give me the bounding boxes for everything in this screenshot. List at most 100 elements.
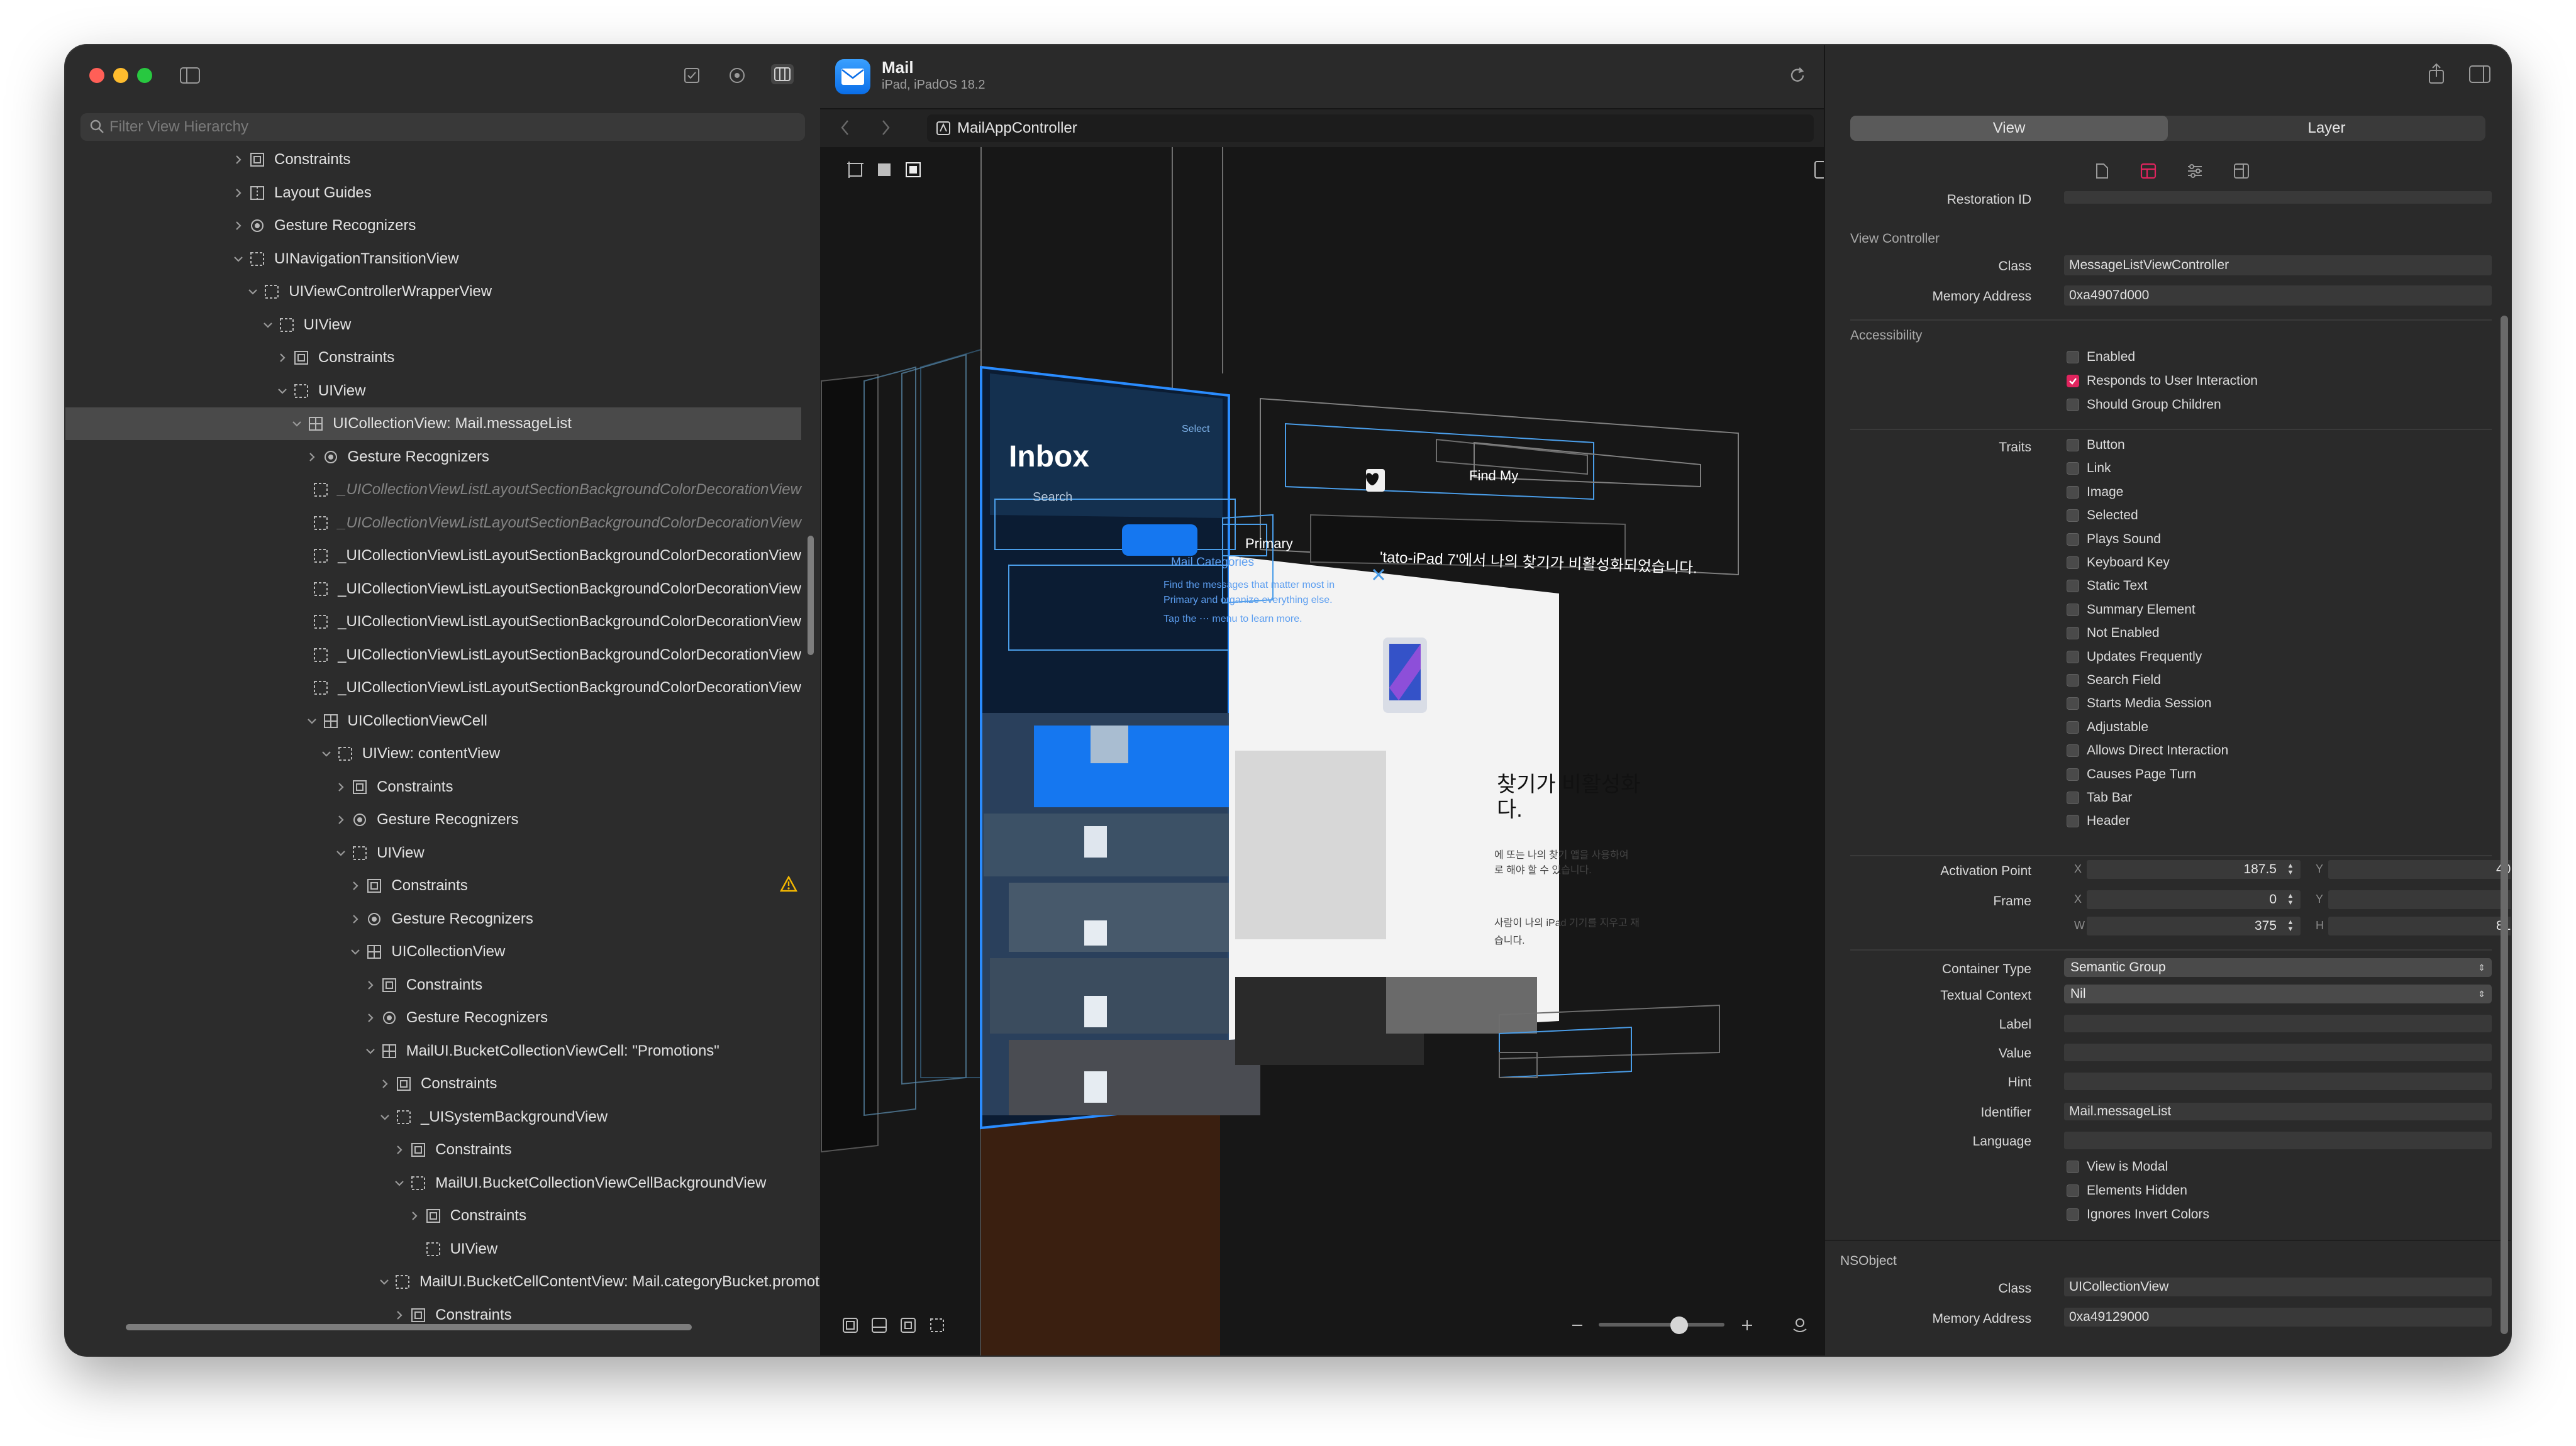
chevron-right-icon[interactable] xyxy=(275,351,289,365)
hierarchy-row[interactable]: Gesture Recognizers xyxy=(65,903,801,935)
breadcrumb[interactable]: MailAppController xyxy=(927,114,1814,142)
checkbox-icon[interactable] xyxy=(2067,399,2079,411)
share-icon[interactable] xyxy=(2426,63,2446,89)
hierarchy-row[interactable]: Constraints xyxy=(65,1299,801,1326)
hierarchy-row[interactable]: Constraints xyxy=(65,969,801,1002)
hierarchy-row[interactable]: UIView xyxy=(65,1233,801,1266)
chevron-down-icon[interactable] xyxy=(392,1176,406,1190)
accessibility-checkbox[interactable]: Enabled xyxy=(2067,350,2135,365)
inspector-scrollbar[interactable] xyxy=(2501,316,2508,1334)
checkbox-icon[interactable] xyxy=(2067,485,2079,499)
trait-checkbox[interactable]: Adjustable xyxy=(2067,720,2148,735)
checkbox-icon[interactable] xyxy=(2067,580,2079,593)
hierarchy-row[interactable]: UIView xyxy=(65,309,801,341)
chevron-right-icon[interactable] xyxy=(348,879,362,893)
hierarchy-row[interactable]: _UICollectionViewListLayoutSectionBackgr… xyxy=(65,539,801,572)
restoration-id-field[interactable] xyxy=(2064,191,2492,204)
trait-checkbox[interactable]: Button xyxy=(2067,438,2125,453)
checkbox-icon[interactable] xyxy=(2067,650,2079,663)
trait-checkbox[interactable]: Not Enabled xyxy=(2067,626,2160,641)
memory-graph-icon[interactable] xyxy=(726,65,748,86)
hierarchy-row[interactable]: Layout Guides xyxy=(65,177,801,209)
hierarchy-row[interactable]: UIView xyxy=(65,375,801,407)
zoom-out-icon[interactable] xyxy=(1566,1314,1589,1337)
chevron-right-icon[interactable] xyxy=(231,219,245,233)
checkbox-icon[interactable] xyxy=(2067,509,2079,522)
panel-icon[interactable] xyxy=(2469,65,2490,86)
show-clipped-icon[interactable] xyxy=(839,1314,862,1337)
activation-x-field[interactable]: 187.5 xyxy=(2087,860,2301,879)
chevron-down-icon[interactable] xyxy=(319,747,333,761)
hierarchy-row[interactable]: UIView: contentView xyxy=(65,737,801,770)
label-field[interactable] xyxy=(2064,1015,2492,1032)
checkbox-icon[interactable] xyxy=(2067,744,2079,758)
checkbox-icon[interactable] xyxy=(2067,697,2079,710)
checkbox-icon[interactable] xyxy=(2067,462,2079,475)
trait-checkbox[interactable]: Summary Element xyxy=(2067,602,2196,617)
zoom-window-button[interactable] xyxy=(137,68,152,83)
hierarchy-row[interactable]: Constraints xyxy=(65,143,801,176)
checkbox-icon[interactable] xyxy=(2067,1208,2079,1221)
checkbox-icon[interactable] xyxy=(2067,375,2079,387)
hierarchy-row[interactable]: UINavigationTransitionView xyxy=(65,243,801,275)
vc-address-field[interactable]: 0xa4907d000 xyxy=(2064,285,2492,306)
hierarchy-row[interactable]: _UICollectionViewListLayoutSectionBackgr… xyxy=(65,671,801,704)
accessibility-checkbox[interactable]: Should Group Children xyxy=(2067,397,2221,412)
accessibility-option-checkbox[interactable]: View is Modal xyxy=(2067,1159,2168,1174)
hierarchy-row[interactable]: _UICollectionViewListLayoutSectionBackgr… xyxy=(65,639,801,671)
chevron-right-icon[interactable] xyxy=(364,1011,377,1025)
chevron-down-icon[interactable] xyxy=(348,945,362,959)
hierarchy-row[interactable]: Constraints xyxy=(65,1134,801,1166)
trait-checkbox[interactable]: Search Field xyxy=(2067,673,2161,688)
hierarchy-row[interactable]: MailUI.BucketCollectionViewCell: "Promot… xyxy=(65,1035,801,1068)
activation-y-field[interactable]: 405 xyxy=(2328,860,2511,879)
adjust-range-icon[interactable] xyxy=(897,1314,919,1337)
checkbox-icon[interactable] xyxy=(2067,556,2079,569)
trait-checkbox[interactable]: Link xyxy=(2067,461,2111,476)
hierarchy-row[interactable]: _UICollectionViewListLayoutSectionBackgr… xyxy=(65,605,801,638)
chevron-right-icon[interactable] xyxy=(348,912,362,926)
reload-icon[interactable] xyxy=(1787,65,1810,88)
hierarchy-row[interactable]: _UICollectionViewListLayoutSectionBackgr… xyxy=(65,507,801,539)
chevron-right-icon[interactable] xyxy=(364,978,377,992)
chevron-right-icon[interactable] xyxy=(408,1209,421,1223)
back-icon[interactable] xyxy=(839,118,852,140)
container-type-popup[interactable]: Semantic Group ⇕ xyxy=(2064,958,2492,977)
stepper-icon[interactable]: ▲ ▼ xyxy=(2285,861,2296,878)
hierarchy-row[interactable]: MailUI.BucketCollectionViewCellBackgroun… xyxy=(65,1167,801,1200)
trait-checkbox[interactable]: Starts Media Session xyxy=(2067,696,2211,711)
view-debugger-canvas[interactable]: Inbox Search Select Primary Find My 'tat… xyxy=(820,147,1824,1355)
hierarchy-row[interactable]: Gesture Recognizers xyxy=(65,803,801,836)
frame-x-field[interactable]: 0 xyxy=(2087,890,2301,909)
frame-w-field[interactable]: 375 xyxy=(2087,917,2301,935)
ns-class-field[interactable]: UICollectionView xyxy=(2064,1278,2492,1296)
checkbox-icon[interactable] xyxy=(2067,351,2079,363)
chevron-down-icon[interactable] xyxy=(275,384,289,398)
filter-view-hierarchy-field[interactable] xyxy=(80,113,805,141)
checkbox-icon[interactable] xyxy=(2067,674,2079,687)
checkbox-icon[interactable] xyxy=(2067,768,2079,781)
frame-y-field[interactable]: 0 xyxy=(2328,890,2511,909)
hierarchy-row[interactable]: Constraints xyxy=(65,341,801,374)
hierarchy-row[interactable]: MailUI.BucketCellContentView: Mail.categ… xyxy=(65,1266,819,1298)
zoom-slider-track[interactable] xyxy=(1599,1323,1724,1327)
orient-3d-icon[interactable] xyxy=(1789,1314,1811,1337)
trait-checkbox[interactable]: Static Text xyxy=(2067,578,2148,593)
hierarchy-row[interactable]: UIViewControllerWrapperView xyxy=(65,275,801,308)
accessibility-option-checkbox[interactable]: Ignores Invert Colors xyxy=(2067,1207,2209,1222)
stepper-icon[interactable]: ▲ ▼ xyxy=(2285,917,2296,935)
hierarchy-row[interactable]: Constraints xyxy=(65,771,801,803)
chevron-down-icon[interactable] xyxy=(378,1275,391,1289)
checkbox-icon[interactable] xyxy=(2067,792,2079,804)
exploded-view-render[interactable] xyxy=(820,147,1824,1355)
chevron-down-icon[interactable] xyxy=(261,318,275,332)
hierarchy-row[interactable]: _UISystemBackgroundView xyxy=(65,1101,801,1134)
horizontal-scrollbar[interactable] xyxy=(126,1324,692,1330)
size-inspector-icon[interactable] xyxy=(2230,160,2253,182)
hierarchy-row[interactable]: Gesture Recognizers xyxy=(65,441,801,473)
inspector-toggle-icon[interactable] xyxy=(771,64,794,84)
trait-checkbox[interactable]: Allows Direct Interaction xyxy=(2067,743,2228,758)
identifier-field[interactable]: Mail.messageList xyxy=(2064,1103,2492,1120)
checkbox-icon[interactable] xyxy=(2067,627,2079,640)
attributes-icon[interactable] xyxy=(2184,160,2206,182)
